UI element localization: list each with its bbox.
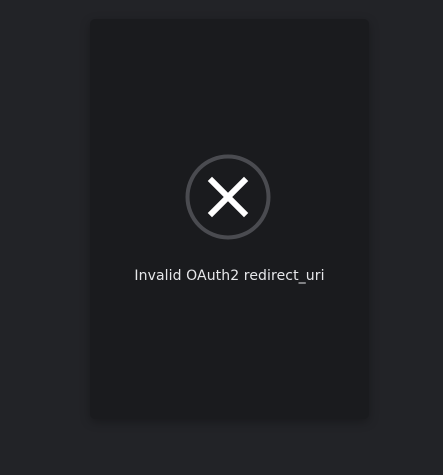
error-message: Invalid OAuth2 redirect_uri	[134, 268, 325, 284]
page-background: Invalid OAuth2 redirect_uri	[0, 0, 443, 475]
error-card: Invalid OAuth2 redirect_uri	[90, 19, 369, 419]
close-circle-icon	[185, 154, 271, 240]
